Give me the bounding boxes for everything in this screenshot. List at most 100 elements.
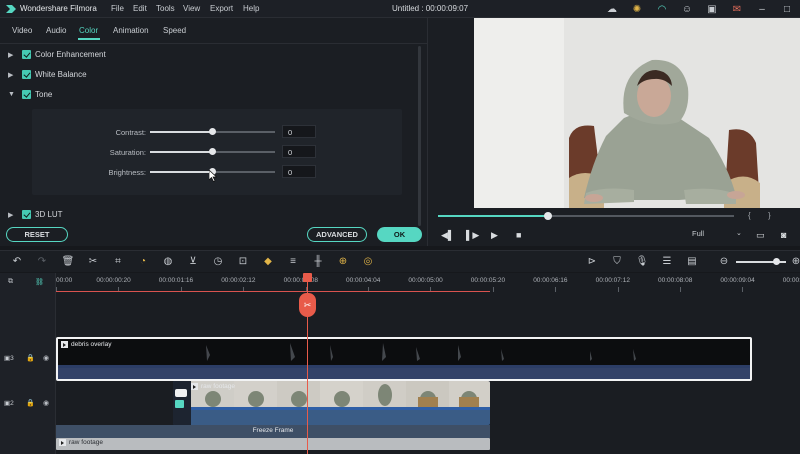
ruler-tick bbox=[742, 287, 744, 292]
section-label: Tone bbox=[35, 90, 53, 99]
video-clip-icon bbox=[191, 383, 198, 390]
monitor-icon[interactable]: ▭ bbox=[756, 230, 765, 241]
bulb-icon[interactable]: ✺ bbox=[630, 2, 644, 16]
subtitle-icon[interactable]: ▤ bbox=[685, 255, 699, 269]
chevron-down-icon: ⌄ bbox=[736, 230, 742, 237]
clip-label: debris overlay bbox=[61, 341, 111, 348]
ruler-tick bbox=[555, 287, 557, 292]
expand-arrow-icon[interactable]: ▶ bbox=[8, 51, 13, 59]
headset-icon[interactable]: ◠ bbox=[655, 2, 669, 16]
menu-tools[interactable]: Tools bbox=[156, 4, 175, 13]
maximize-icon[interactable]: □ bbox=[780, 2, 794, 16]
tab-divider bbox=[0, 43, 428, 44]
playback-progress-knob[interactable] bbox=[543, 212, 552, 220]
mark-in-button[interactable]: { bbox=[748, 211, 751, 220]
panel-scrollbar[interactable] bbox=[418, 46, 421, 226]
contrast-slider-knob[interactable] bbox=[209, 128, 216, 135]
menu-help[interactable]: Help bbox=[243, 4, 259, 13]
stop-icon[interactable]: ■ bbox=[516, 230, 521, 240]
cloud-icon[interactable]: ☁ bbox=[605, 2, 619, 16]
checkbox-checked-icon[interactable] bbox=[22, 210, 31, 219]
color-palette-icon[interactable]: ◍ bbox=[161, 255, 175, 269]
section-color-enhancement[interactable]: ▶ Color Enhancement bbox=[0, 46, 420, 64]
mail-icon[interactable]: ✉ bbox=[730, 2, 744, 16]
render-icon[interactable]: ⊳ bbox=[585, 255, 599, 269]
zoom-select[interactable]: Full ⌄ bbox=[692, 229, 744, 241]
lock-icon[interactable]: 🔒 bbox=[26, 399, 35, 407]
snapshot-camera-icon[interactable]: ◙ bbox=[781, 230, 786, 240]
marker-icon[interactable]: ⛉ bbox=[610, 255, 624, 269]
tab-audio[interactable]: Audio bbox=[46, 26, 66, 35]
video-preview-frame bbox=[474, 18, 800, 208]
advanced-button[interactable]: ADVANCED bbox=[307, 227, 367, 242]
zoom-value: Full bbox=[692, 229, 705, 238]
saturation-slider-knob[interactable] bbox=[209, 148, 216, 155]
section-tone[interactable]: ▼ Tone bbox=[0, 86, 420, 104]
adjust-icon[interactable]: ≡ bbox=[286, 255, 300, 269]
step-back-icon[interactable]: ◀▌ bbox=[441, 230, 454, 241]
link-icon[interactable]: ⛓ bbox=[35, 278, 44, 286]
menu-export[interactable]: Export bbox=[210, 4, 233, 13]
keyframe-icon[interactable]: ◆ bbox=[261, 255, 275, 269]
duration-icon[interactable]: ◷ bbox=[211, 255, 225, 269]
section-3d-lut[interactable]: ▶ 3D LUT bbox=[0, 206, 420, 224]
tab-speed[interactable]: Speed bbox=[163, 26, 186, 35]
checkbox-checked-icon[interactable] bbox=[22, 90, 31, 99]
user-icon[interactable]: ☺ bbox=[680, 2, 694, 16]
contrast-value-input[interactable]: 0 bbox=[282, 125, 316, 138]
debris-overlay-clip[interactable]: debris overlay bbox=[56, 337, 752, 381]
ruler-time-label: 00:00:02:12 bbox=[221, 277, 256, 284]
ruler-time-label: 00:00:06:16 bbox=[533, 277, 568, 284]
menu-file[interactable]: File bbox=[111, 4, 124, 13]
eye-icon[interactable]: ◉ bbox=[43, 354, 49, 362]
raw-footage-audio-clip[interactable]: raw footage bbox=[56, 438, 490, 450]
saturation-value-input[interactable]: 0 bbox=[282, 145, 316, 158]
tab-video[interactable]: Video bbox=[12, 26, 32, 35]
save-icon[interactable]: ▣ bbox=[705, 2, 719, 16]
beat-icon[interactable]: ◎ bbox=[361, 255, 375, 269]
microphone-icon[interactable]: 🎙 bbox=[635, 255, 649, 269]
ok-button[interactable]: OK bbox=[377, 227, 422, 242]
minimize-icon[interactable]: – bbox=[755, 2, 769, 16]
ai-icon[interactable]: ⊕ bbox=[336, 255, 350, 269]
tab-animation[interactable]: Animation bbox=[113, 26, 149, 35]
eye-icon[interactable]: ◉ bbox=[43, 399, 49, 407]
menu-edit[interactable]: Edit bbox=[133, 4, 147, 13]
play-frame-icon[interactable]: ▌▶ bbox=[466, 230, 479, 241]
expand-arrow-icon[interactable]: ▶ bbox=[8, 211, 13, 219]
motion-tracking-icon[interactable]: ⊡ bbox=[236, 255, 250, 269]
raw-footage-clip[interactable]: raw footage bbox=[173, 381, 490, 425]
reset-button[interactable]: RESET bbox=[6, 227, 68, 242]
add-track-icon[interactable]: ⧉ bbox=[8, 278, 13, 286]
split-scissor-icon[interactable]: ✂ bbox=[299, 293, 316, 317]
mark-out-button[interactable]: } bbox=[768, 211, 771, 220]
expand-arrow-icon[interactable]: ▶ bbox=[8, 71, 13, 79]
time-ruler[interactable]: 00:00 00:00:00:20 00:00:01:16 00:00:02:12 00… bbox=[56, 273, 800, 293]
lock-icon[interactable]: 🔒 bbox=[26, 354, 35, 362]
playhead-handle[interactable] bbox=[303, 273, 312, 282]
checkbox-checked-icon[interactable] bbox=[22, 50, 31, 59]
video-clip-icon bbox=[61, 341, 68, 348]
zoom-out-icon[interactable]: ⊖ bbox=[717, 255, 731, 269]
green-screen-icon[interactable]: ⊻ bbox=[186, 255, 200, 269]
freeze-frame-bar[interactable]: Freeze Frame bbox=[56, 425, 490, 438]
play-icon[interactable]: ▶ bbox=[491, 230, 498, 241]
contrast-label: Contrast: bbox=[115, 128, 146, 137]
timeline-zoom-knob[interactable] bbox=[773, 258, 780, 265]
checkbox-checked-icon[interactable] bbox=[22, 70, 31, 79]
crop-icon[interactable]: ⌗ bbox=[111, 255, 125, 269]
section-white-balance[interactable]: ▶ White Balance bbox=[0, 66, 420, 84]
brightness-value-input[interactable]: 0 bbox=[282, 165, 316, 178]
audio-waveform-icon[interactable]: ╫ bbox=[311, 255, 325, 269]
redo-icon[interactable]: ↷ bbox=[35, 255, 49, 269]
speed-icon[interactable]: ◔ bbox=[136, 255, 150, 269]
collapse-arrow-icon[interactable]: ▼ bbox=[8, 91, 15, 98]
undo-icon[interactable]: ↶ bbox=[10, 255, 24, 269]
menu-view[interactable]: View bbox=[183, 4, 200, 13]
cut-icon[interactable]: ✂ bbox=[86, 255, 100, 269]
audio-mixer-icon[interactable]: ☰ bbox=[660, 255, 674, 269]
tab-color[interactable]: Color bbox=[79, 26, 98, 35]
zoom-in-icon[interactable]: ⊕ bbox=[789, 255, 800, 269]
clip-thumbnails bbox=[58, 339, 750, 379]
delete-icon[interactable]: 🗑 bbox=[61, 255, 75, 269]
